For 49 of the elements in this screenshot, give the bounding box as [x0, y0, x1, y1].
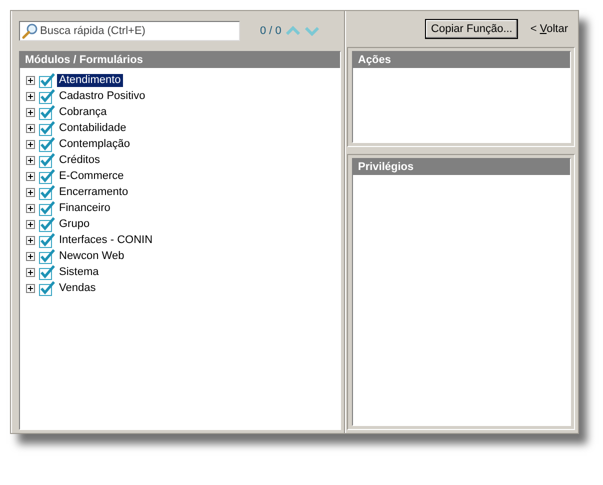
back-link[interactable]: < Voltar [530, 23, 568, 35]
tree-item[interactable]: Grupo [57, 218, 92, 230]
expand-icon[interactable] [26, 172, 35, 180]
tree-item[interactable]: Newcon Web [57, 250, 126, 262]
checkbox[interactable] [39, 168, 55, 184]
checkbox[interactable] [39, 120, 55, 136]
tree-item[interactable]: Interfaces - CONIN [57, 234, 155, 246]
expand-icon[interactable] [26, 188, 35, 196]
checkbox[interactable] [39, 280, 55, 296]
tree-item[interactable]: Financeiro [57, 202, 112, 214]
panel-header: Privilégios [353, 159, 570, 175]
panel-header: Ações [353, 52, 570, 68]
tree-item[interactable]: Vendas [57, 282, 98, 294]
tree-item[interactable]: Cadastro Positivo [57, 90, 148, 102]
copy-function-button[interactable]: Copiar Função... [425, 19, 518, 39]
checkbox[interactable] [39, 104, 55, 120]
expand-icon[interactable] [26, 140, 35, 148]
checkbox[interactable] [39, 152, 55, 168]
checkbox[interactable] [39, 232, 55, 248]
expand-icon[interactable] [26, 268, 35, 276]
expand-icon[interactable] [26, 124, 35, 132]
expand-icon[interactable] [26, 236, 35, 244]
expand-icon[interactable] [26, 220, 35, 228]
expand-icon[interactable] [26, 284, 35, 292]
checkbox[interactable] [39, 136, 55, 152]
expand-icon[interactable] [26, 156, 35, 164]
expand-icon[interactable] [26, 108, 35, 116]
search-field[interactable]: Busca rápida (Ctrl+E) [19, 21, 240, 41]
tree-item[interactable]: Sistema [57, 266, 101, 278]
tree-item[interactable]: Créditos [57, 154, 102, 166]
checkbox[interactable] [39, 248, 55, 264]
panel-header: Módulos / Formulários [20, 52, 340, 68]
checkbox[interactable] [39, 72, 55, 88]
tree-item[interactable]: Contemplação [57, 138, 132, 150]
checkbox[interactable] [39, 184, 55, 200]
tree-item[interactable]: Cobrança [57, 106, 109, 118]
tree-item[interactable]: E-Commerce [57, 170, 126, 182]
checkbox[interactable] [39, 264, 55, 280]
tree-item[interactable]: Encerramento [57, 186, 130, 198]
expand-icon[interactable] [26, 204, 35, 212]
expand-icon[interactable] [26, 252, 35, 260]
tree-item[interactable]: Atendimento [57, 74, 123, 86]
checkbox[interactable] [39, 216, 55, 232]
tree-item[interactable]: Contabilidade [57, 122, 128, 134]
expand-icon[interactable] [26, 92, 35, 100]
checkbox[interactable] [39, 88, 55, 104]
checkbox[interactable] [39, 200, 55, 216]
match-count: 0 / 0 [260, 25, 282, 37]
expand-icon[interactable] [26, 76, 35, 84]
